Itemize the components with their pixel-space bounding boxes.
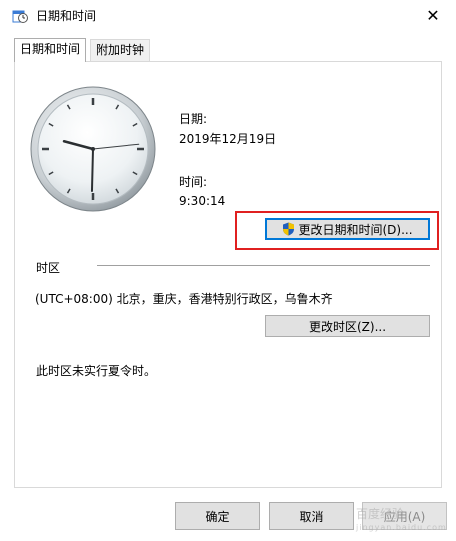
- apply-label: 应用(A): [383, 509, 426, 524]
- time-value: 9:30:14: [179, 194, 226, 208]
- date-label: 日期:: [179, 112, 208, 126]
- clock-minute-hand: [90, 148, 94, 192]
- timezone-separator: [97, 265, 430, 266]
- time-label: 时间:: [179, 175, 208, 189]
- change-timezone-label: 更改时区(Z)...: [308, 319, 387, 334]
- uac-shield-icon: [283, 222, 295, 236]
- date-value: 2019年12月19日: [179, 132, 277, 146]
- ok-button[interactable]: 确定: [175, 502, 260, 530]
- ok-label: 确定: [205, 509, 230, 524]
- title-bar: 日期和时间 ✕: [0, 0, 456, 30]
- analog-clock: [30, 86, 156, 212]
- window-title: 日期和时间: [36, 9, 97, 23]
- timezone-section-label: 时区: [36, 261, 61, 275]
- dst-note: 此时区未实行夏令时。: [36, 364, 157, 378]
- tab-date-time[interactable]: 日期和时间: [14, 38, 87, 62]
- change-date-time-button[interactable]: 更改日期和时间(D)...: [265, 218, 430, 240]
- clock-calendar-icon: [12, 10, 28, 23]
- cancel-button[interactable]: 取消: [269, 502, 354, 530]
- close-button[interactable]: ✕: [410, 0, 456, 30]
- clock-center-pin: [91, 147, 95, 151]
- timezone-value: (UTC+08:00) 北京，重庆，香港特别行政区，乌鲁木齐: [35, 292, 333, 306]
- tab-additional-clocks[interactable]: 附加时钟: [90, 39, 151, 61]
- change-timezone-button[interactable]: 更改时区(Z)...: [265, 315, 430, 337]
- close-icon: ✕: [426, 5, 440, 25]
- cancel-label: 取消: [299, 509, 324, 524]
- change-date-time-label: 更改日期和时间(D)...: [298, 222, 413, 237]
- apply-button[interactable]: 应用(A): [362, 502, 447, 530]
